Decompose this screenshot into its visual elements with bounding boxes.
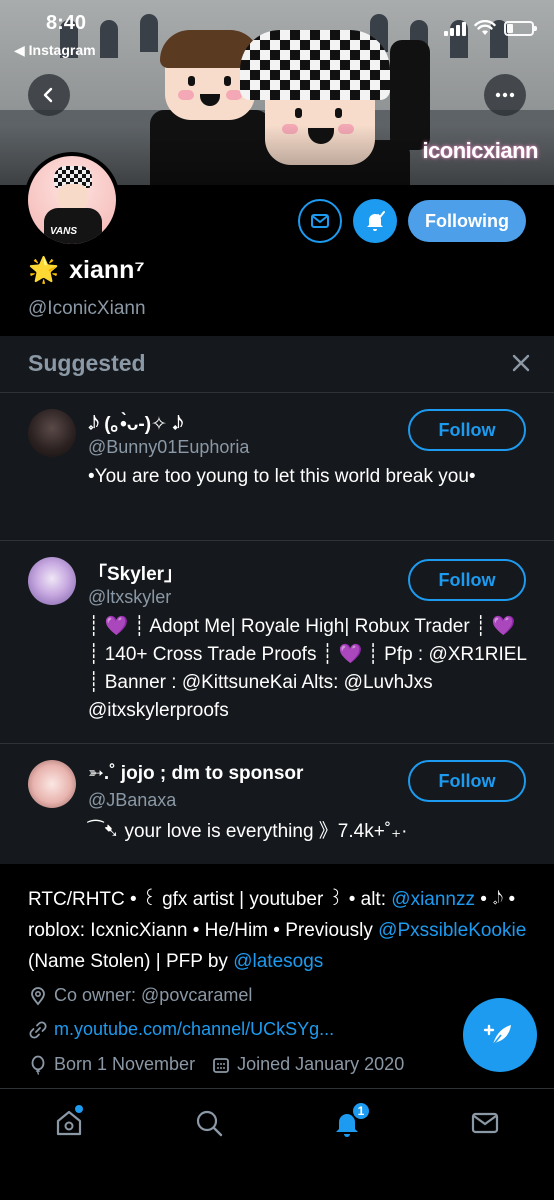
balloon-icon [31, 1055, 45, 1075]
banner-watermark: iconicxiann [422, 138, 538, 163]
nav-search[interactable] [193, 1107, 225, 1139]
suggested-title: Suggested [28, 350, 146, 376]
more-options-button[interactable] [484, 74, 526, 116]
profile-bio: RTC/RHTC • ꒰ gfx artist | youtuber ꒱ • a… [28, 884, 533, 977]
back-to-app-link[interactable]: ◀ Instagram [14, 42, 96, 59]
notifications-toggle-button[interactable] [353, 199, 397, 243]
suggested-user-handle[interactable]: @Bunny01Euphoria [88, 437, 249, 458]
calendar-icon [213, 1057, 229, 1073]
follow-button[interactable]: Follow [408, 559, 526, 601]
mail-icon [471, 1112, 499, 1134]
status-time: 8:40 [46, 12, 87, 34]
suggested-user-card[interactable]: 𝆹𝅥𝅮 (｡•̀ᴗ-)✧ 𝆺𝅥𝅮 @Bunny01Euphoria •You a… [0, 392, 554, 540]
bell-check-icon [367, 211, 385, 231]
suggested-user-card[interactable]: ➳.˚ jojo ; dm to sponsor @JBanaxa ⁀➷ you… [0, 743, 554, 864]
suggested-user-handle[interactable]: @ltxskyler [88, 587, 171, 608]
nav-home[interactable] [53, 1105, 85, 1139]
avatar-shirt-text: VANS [50, 226, 78, 237]
suggested-user-card[interactable]: 「Skyler」 @ltxskyler ┊ 💜 ┊ Adopt Me| Roya… [0, 540, 554, 743]
profile-dates: Born 1 November Joined January 2020 [28, 1054, 404, 1075]
more-dots-icon [495, 92, 515, 98]
suggested-user-bio: ⁀➷ your love is everything 》7.4k+˚₊· [88, 821, 408, 842]
suggested-user-avatar[interactable] [28, 760, 76, 808]
window [140, 14, 158, 52]
battery-icon [504, 20, 537, 36]
compose-tweet-button[interactable] [463, 998, 537, 1072]
suggested-user-handle[interactable]: @JBanaxa [88, 790, 176, 811]
back-button[interactable] [28, 74, 70, 116]
location-pin-icon [31, 986, 45, 1005]
suggested-user-name[interactable]: 𝆹𝅥𝅮 (｡•̀ᴗ-)✧ 𝆺𝅥𝅮 [88, 409, 183, 436]
feather-compose-icon [483, 1024, 511, 1046]
bio-mention-link[interactable]: @latesogs [233, 951, 323, 972]
chevron-left-icon [43, 87, 53, 103]
close-icon[interactable] [510, 352, 532, 374]
bio-text: RTC/RHTC • ꒰ gfx artist | youtuber ꒱ • a… [28, 889, 392, 910]
joined-text: Joined January 2020 [237, 1054, 405, 1074]
suggested-user-bio: •You are too young to let this world bre… [88, 466, 476, 487]
suggested-user-name[interactable]: ➳.˚ jojo ; dm to sponsor [88, 762, 303, 785]
follow-button[interactable]: Follow [408, 409, 526, 451]
cellular-signal-icon [444, 20, 466, 36]
birthday-text: Born 1 November [54, 1054, 196, 1074]
search-icon [196, 1110, 223, 1137]
bio-mention-link[interactable]: @PxssibleKookie [378, 920, 526, 941]
nav-messages[interactable] [469, 1107, 501, 1139]
location-text: Co owner: @povcaramel [54, 985, 253, 1005]
bio-text: (Name Stolen) | PFP by [28, 951, 234, 972]
notifications-count-badge: 1 [351, 1101, 371, 1121]
follow-button[interactable]: Follow [408, 760, 526, 802]
profile-display-name: 🌟 xiann⁷ [28, 256, 145, 285]
suggested-user-name[interactable]: 「Skyler」 [88, 559, 183, 586]
window [100, 20, 118, 58]
nav-notifications[interactable]: 1 [331, 1101, 371, 1139]
status-icons [444, 20, 537, 36]
envelope-icon [311, 214, 329, 228]
suggested-user-avatar[interactable] [28, 409, 76, 457]
website-link[interactable]: m.youtube.com/channel/UCkSYg... [54, 1019, 334, 1040]
profile-location: Co owner: @povcaramel [28, 985, 252, 1006]
link-icon [29, 1020, 47, 1039]
bio-mention-link[interactable]: @xiannzz [391, 889, 475, 910]
profile-website[interactable]: m.youtube.com/channel/UCkSYg... [28, 1019, 334, 1040]
suggested-panel: Suggested 𝆹𝅥𝅮 (｡•̀ᴗ-)✧ 𝆺𝅥𝅮 @Bunny01Eupho… [0, 336, 554, 864]
profile-avatar[interactable]: VANS [24, 152, 120, 248]
bottom-navigation: 1 [0, 1088, 554, 1200]
suggested-user-bio: ┊ 💜 ┊ Adopt Me| Royale High| Robux Trade… [88, 616, 527, 721]
star-emoji-icon: 🌟 [28, 256, 60, 284]
following-button[interactable]: Following [408, 200, 526, 242]
wifi-icon [474, 20, 496, 35]
avatar-face [58, 184, 88, 210]
profile-handle: @IconicXiann [28, 298, 146, 319]
message-button[interactable] [298, 199, 342, 243]
suggested-user-avatar[interactable] [28, 557, 76, 605]
new-content-dot [75, 1105, 83, 1113]
display-name-text: xiann⁷ [69, 256, 145, 284]
